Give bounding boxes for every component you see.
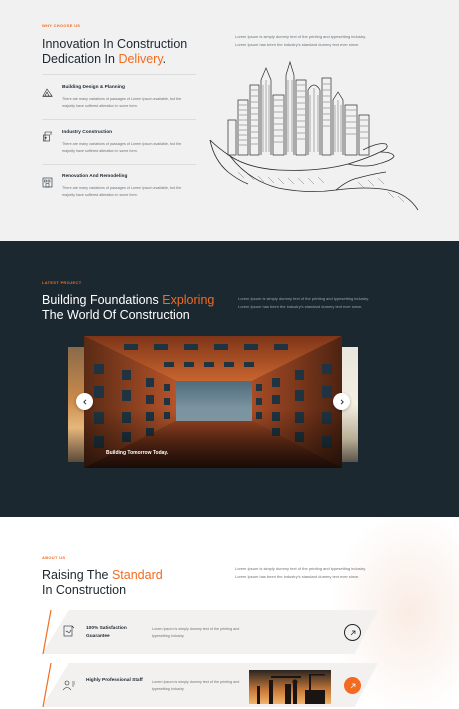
feature-title: Building Design & Planning — [62, 85, 125, 90]
feature-card[interactable]: Highly Professional Staff Lorem Ipsum is… — [42, 663, 378, 707]
why-choose-us-section: WHY CHOOSE US Innovation In Construction… — [0, 0, 459, 241]
chevron-right-icon — [340, 398, 344, 405]
divider — [42, 119, 196, 120]
section-intro: Lorem Ipsum is simply dummy text of the … — [238, 296, 370, 309]
section-intro: Lorem Ipsum is simply dummy text of the … — [235, 34, 367, 47]
latest-project-section: LATEST PROJECT Building Foundations Expl… — [0, 241, 459, 517]
feature-card[interactable]: 100% Satisfaction Guarantee Lorem Ipsum … — [42, 610, 378, 654]
project-slider[interactable]: Building Tomorrow Today. — [68, 336, 358, 468]
feature-desc: There are many variations of passages of… — [62, 142, 182, 153]
card-accent-line — [42, 610, 52, 654]
remodel-icon — [42, 175, 53, 188]
divider — [42, 74, 196, 75]
crane-building-icon — [42, 129, 53, 142]
card-arrow-button[interactable] — [344, 624, 361, 641]
slider-next-button[interactable] — [333, 393, 350, 410]
card-arrow-button[interactable] — [344, 677, 361, 694]
card-title: Highly Professional Staff — [86, 678, 143, 683]
section-intro: Lorem Ipsum is simply dummy text of the … — [235, 566, 367, 579]
city-in-hand-illustration — [209, 60, 419, 211]
card-title: 100% Satisfaction Guarantee — [86, 626, 127, 639]
feature-title: Renovation And Remodeling — [62, 174, 128, 179]
section-title: Innovation In Construction Dedication In… — [42, 37, 188, 66]
section-eyebrow: LATEST PROJECT — [42, 280, 82, 285]
card-desc: Lorem Ipsum is simply dummy text of the … — [152, 627, 240, 638]
slider-prev-button[interactable] — [76, 393, 93, 410]
blueprint-icon — [42, 85, 53, 97]
divider — [42, 164, 196, 165]
arrow-up-right-icon — [350, 683, 355, 688]
signature-icon — [63, 625, 75, 637]
feature-desc: There are many variations of passages of… — [62, 186, 182, 197]
section-eyebrow: ABOUT US — [42, 555, 66, 560]
card-accent-line — [42, 663, 52, 707]
construction-site-photo[interactable] — [249, 670, 331, 704]
slide-caption: Building Tomorrow Today. — [106, 450, 169, 456]
chevron-left-icon — [82, 398, 86, 405]
feature-title: Industry Construction — [62, 130, 113, 135]
section-title: Raising The Standard In Construction — [42, 568, 163, 597]
section-title: Building Foundations Exploring The World… — [42, 293, 215, 322]
arrow-up-right-icon — [350, 630, 355, 635]
about-us-section: ABOUT US Raising The Standard In Constru… — [0, 517, 459, 709]
card-desc: Lorem Ipsum is simply dummy text of the … — [152, 680, 240, 691]
feature-desc: There are many variations of passages of… — [62, 97, 182, 108]
section-eyebrow: WHY CHOOSE US — [42, 23, 81, 28]
team-icon — [62, 680, 75, 691]
